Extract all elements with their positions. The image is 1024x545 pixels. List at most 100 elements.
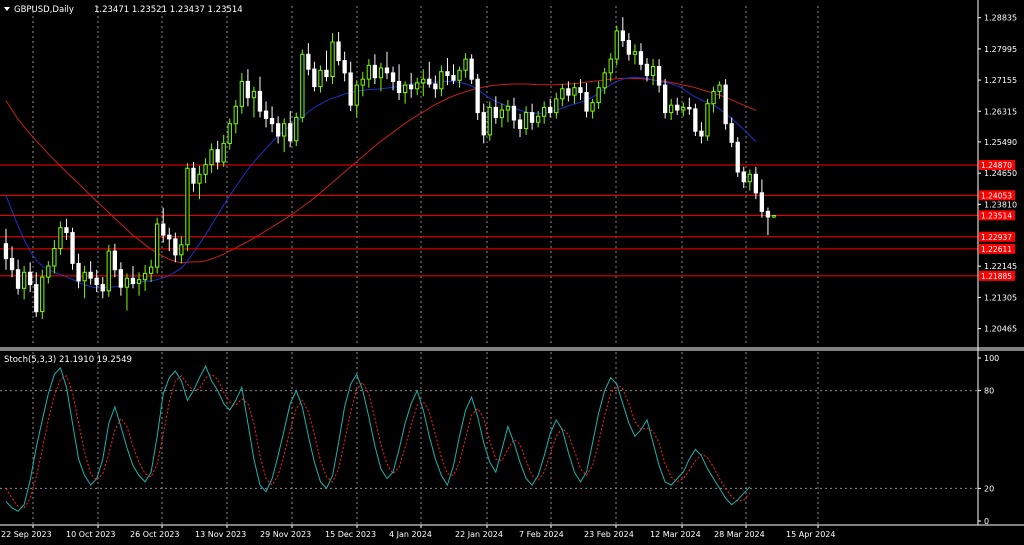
candle-body-bear <box>433 83 438 90</box>
candle-body-bull <box>572 87 577 96</box>
candle-body-bear <box>396 80 402 94</box>
candle-body-bull <box>560 88 565 100</box>
stoch-tick-label: 100 <box>984 354 999 363</box>
date-tick-label: 4 Jan 2024 <box>389 530 432 539</box>
candle-body-bull <box>457 69 462 81</box>
candle-body-bull <box>717 84 722 92</box>
candle-body-bull <box>300 53 305 118</box>
candle-body-bull <box>82 271 87 282</box>
candle-body-bear <box>88 271 93 279</box>
candle-body-bear <box>529 112 535 123</box>
candle-body-bear <box>753 173 759 194</box>
price-level-label: 1.24053 <box>981 191 1012 200</box>
candle-body-bear <box>257 90 263 112</box>
grid-layer <box>0 6 978 525</box>
candle-body-bull <box>602 72 607 89</box>
candlesticks <box>3 17 777 320</box>
price-tick-label: 1.22145 <box>984 262 1017 271</box>
candle-body-bear <box>94 277 99 286</box>
candle-body-bull <box>282 123 287 137</box>
candle-body-bull <box>330 41 335 77</box>
candle-body-bull <box>203 164 208 175</box>
pane-frames <box>0 0 1024 526</box>
candle-body-bull <box>294 116 299 142</box>
candle-body-bull <box>209 149 214 166</box>
candle-body-bear <box>644 63 650 76</box>
candle-body-bear <box>729 123 734 143</box>
candle-body-bull <box>499 109 505 118</box>
candle-body-bear <box>324 69 329 78</box>
candle-body-bull <box>227 123 232 144</box>
candle-body-bear <box>372 64 378 79</box>
candle-body-bear <box>578 87 583 93</box>
candle-body-bear <box>15 269 21 289</box>
candle-body-bull <box>705 103 710 137</box>
candle-body-bull <box>185 167 190 246</box>
candle-body-bear <box>70 232 75 264</box>
stoch-signal-line <box>5 373 751 509</box>
ohlc-values: 1.23471 1.23521 1.23437 1.23514 <box>94 5 243 15</box>
candle-body-bear <box>663 84 668 114</box>
candle-body-bear <box>481 112 486 136</box>
candle-body-bull <box>360 78 365 86</box>
date-tick-label: 15 Apr 2024 <box>786 530 835 539</box>
candle-body-bear <box>759 192 765 212</box>
chart-canvas[interactable]: 1.28835 1.27995 1.27155 1.26315 1.25490 1.246… <box>0 0 1024 541</box>
candle-body-bear <box>656 66 662 86</box>
candle-body-bear <box>191 167 196 184</box>
dropdown-arrow-icon[interactable] <box>4 7 10 11</box>
stoch-main-line <box>5 364 751 512</box>
date-tick-label: 22 Sep 2023 <box>1 530 52 539</box>
date-tick-label: 22 Jan 2024 <box>455 530 503 539</box>
ma-slow-line <box>5 77 757 264</box>
price-tick-label: 1.24650 <box>984 169 1017 178</box>
candle-body-bear <box>765 210 771 218</box>
price-tick-label: 1.27995 <box>984 45 1017 54</box>
candle-body-bull <box>318 69 323 88</box>
candle-body-bear <box>173 238 178 256</box>
candle-body-bear <box>693 108 698 132</box>
moving-averages <box>5 76 757 289</box>
date-tick-label: 28 Mar 2024 <box>714 530 765 539</box>
candle-body-bear <box>493 106 499 118</box>
candle-body-bull <box>608 58 613 74</box>
date-tick-label: 23 Feb 2024 <box>584 530 634 539</box>
candle-body-bear <box>409 84 414 90</box>
date-tick-label: 29 Nov 2023 <box>260 530 311 539</box>
stoch-tick-label: 0 <box>984 517 989 526</box>
candle-body-bear <box>276 123 281 137</box>
candle-body-bull <box>463 58 468 71</box>
candle-body-bull <box>354 84 359 106</box>
candle-body-bull <box>58 227 63 249</box>
candle-body-bear <box>741 171 746 183</box>
price-tick-label: 1.23810 <box>984 200 1017 209</box>
candle-body-bull <box>439 71 444 90</box>
candle-body-bull <box>251 90 257 99</box>
price-level-label: 1.21885 <box>981 272 1012 281</box>
candle-body-bear <box>620 30 626 42</box>
candle-body-bull <box>650 66 656 76</box>
candle-body-bear <box>445 71 450 76</box>
candle-body-bear <box>64 227 69 233</box>
price-level-label: 1.22611 <box>981 245 1012 254</box>
candle-body-bear <box>34 284 39 313</box>
candle-body-bear <box>306 53 311 70</box>
candle-body-bear <box>723 84 728 125</box>
candle-body-bear <box>100 284 105 292</box>
candle-body-bull <box>239 80 244 107</box>
price-tick-label: 1.20465 <box>984 325 1017 334</box>
candle-body-bear <box>566 88 571 96</box>
candle-body-bull <box>149 266 154 274</box>
candle-body-bear <box>511 105 517 121</box>
date-tick-label: 26 Oct 2023 <box>130 530 179 539</box>
price-tick-label: 1.28835 <box>984 14 1017 23</box>
candle-body-bull <box>40 276 45 313</box>
price-level-label: 1.23514 <box>981 211 1012 220</box>
candle-body-bear <box>215 149 220 163</box>
candle-body-bear <box>548 106 553 114</box>
candle-body-bear <box>390 72 396 82</box>
candle-body-bull <box>632 51 638 55</box>
candle-body-bear <box>675 104 680 111</box>
candle-body-bear <box>118 269 123 288</box>
candle-body-bull <box>554 98 559 114</box>
